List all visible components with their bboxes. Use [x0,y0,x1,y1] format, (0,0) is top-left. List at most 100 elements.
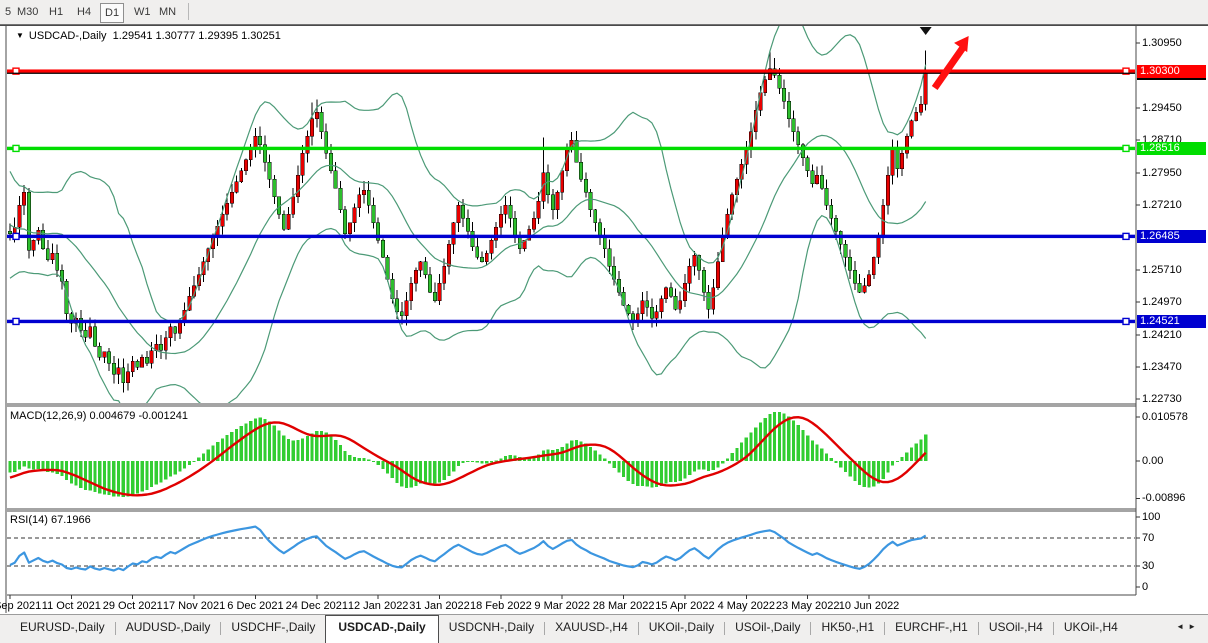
hline-1.24521[interactable] [7,320,1136,323]
hline-handle[interactable] [13,145,19,151]
macd-bar [443,461,446,480]
hline-1.26485[interactable] [7,235,1136,238]
candle-body [480,257,483,261]
symbol-tab-USOil-H4[interactable]: USOil-,H4 [979,615,1053,643]
candle-body [688,266,691,283]
macd-bar [8,461,11,473]
candle-body [457,205,460,222]
macd-bar [447,461,450,476]
symbol-tab-XAUUSD-H4[interactable]: XAUUSD-,H4 [545,615,638,643]
candle-body [589,192,592,209]
candle-body [844,244,847,257]
rsi-panel[interactable] [7,527,1136,571]
candle-body [646,301,649,307]
candle-body [641,301,644,314]
candle-body [579,162,582,179]
candle-body [306,136,309,153]
candle-body [660,299,663,312]
macd-bar [74,461,77,486]
macd-bar [570,441,573,461]
hline-handle[interactable] [1123,145,1129,151]
rsi-axis-label: 70 [1142,532,1154,545]
macd-bar [834,461,837,463]
candle-body [287,214,290,229]
candle-body [164,338,167,351]
hline-handle[interactable] [1123,318,1129,324]
hline-handle[interactable] [13,318,19,324]
symbol-tab-USDCHF-Daily[interactable]: USDCHF-,Daily [221,615,325,643]
candle-body [414,270,417,283]
candle-body [537,201,540,218]
macd-bar [811,441,814,461]
breakout-arrow-shaft[interactable] [935,48,963,88]
symbol-tab-bar: EURUSD-,DailyAUDUSD-,DailyUSDCHF-,DailyU… [0,614,1208,643]
symbol-tab-EURUSD-Daily[interactable]: EURUSD-,Daily [10,615,115,643]
macd-bar [820,449,823,461]
macd-bar [485,461,488,463]
macd-bar [806,435,809,461]
candle-body [93,327,96,346]
macd-bar [329,436,332,461]
macd-bar [207,450,210,461]
candle-body [273,179,276,196]
down-triangle-marker[interactable] [920,27,932,35]
candle-body [419,262,422,271]
macd-panel[interactable] [8,412,927,497]
candle-body [452,223,455,245]
candle-body [886,175,889,205]
macd-bar [900,457,903,461]
hline-handle[interactable] [1123,233,1129,239]
symbol-tab-UKOil-Daily[interactable]: UKOil-,Daily [639,615,724,643]
candle-body [664,288,667,299]
symbol-tab-HK50-H1[interactable]: HK50-,H1 [811,615,884,643]
macd-bar [70,461,73,484]
main-chart-panel[interactable] [7,11,1136,412]
symbol-tab-USOil-Daily[interactable]: USOil-,Daily [725,615,810,643]
hline-handle[interactable] [13,233,19,239]
candle-body [89,327,92,337]
candle-body [400,312,403,316]
macd-bar [457,461,460,466]
macd-bar [872,461,875,487]
symbol-tab-UKOil-H4[interactable]: UKOil-,H4 [1054,615,1128,643]
symbol-tab-EURCHF-H1[interactable]: EURCHF-,H1 [885,615,978,643]
macd-bar [844,461,847,472]
tab-scroll-left-icon[interactable]: ◄ [1176,622,1188,631]
candle-body [787,101,790,118]
macd-bar [631,461,634,484]
symbol-tab-USDCAD-Daily[interactable]: USDCAD-,Daily [325,615,438,643]
candle-body [792,119,795,132]
candle-body [56,253,59,270]
tab-scroll-right-icon[interactable]: ► [1188,622,1200,631]
candle-body [891,149,894,175]
symbol-tab-AUDUSD-Daily[interactable]: AUDUSD-,Daily [116,615,221,643]
chart-canvas[interactable] [0,0,1208,643]
candle-body [424,262,427,275]
macd-bar [65,461,68,480]
candle-body [650,307,653,318]
candle-body [150,351,153,364]
candle-body [494,227,497,240]
symbol-tab-USDCNH-Daily[interactable]: USDCNH-,Daily [439,615,544,643]
macd-bar [362,458,365,461]
macd-bar [178,461,181,472]
candle-body [867,275,870,286]
candle-body [702,270,705,292]
candle-body [292,197,295,214]
candle-body [863,286,866,292]
candle-body [268,162,271,179]
hline-1.30300[interactable] [7,69,1136,72]
macd-bar [726,458,729,461]
candle-body [669,288,672,297]
macd-bar [164,461,167,480]
candle-body [806,158,809,171]
hline-1.28516[interactable] [7,147,1136,150]
candle-body [877,236,880,258]
candle-body [716,262,719,288]
candle-body [679,301,682,310]
macd-bar [679,461,682,481]
macd-bar [240,426,243,461]
macd-bar [816,444,819,461]
symbol-dropdown-icon[interactable]: ▼ [16,31,24,40]
macd-bar [683,461,686,478]
